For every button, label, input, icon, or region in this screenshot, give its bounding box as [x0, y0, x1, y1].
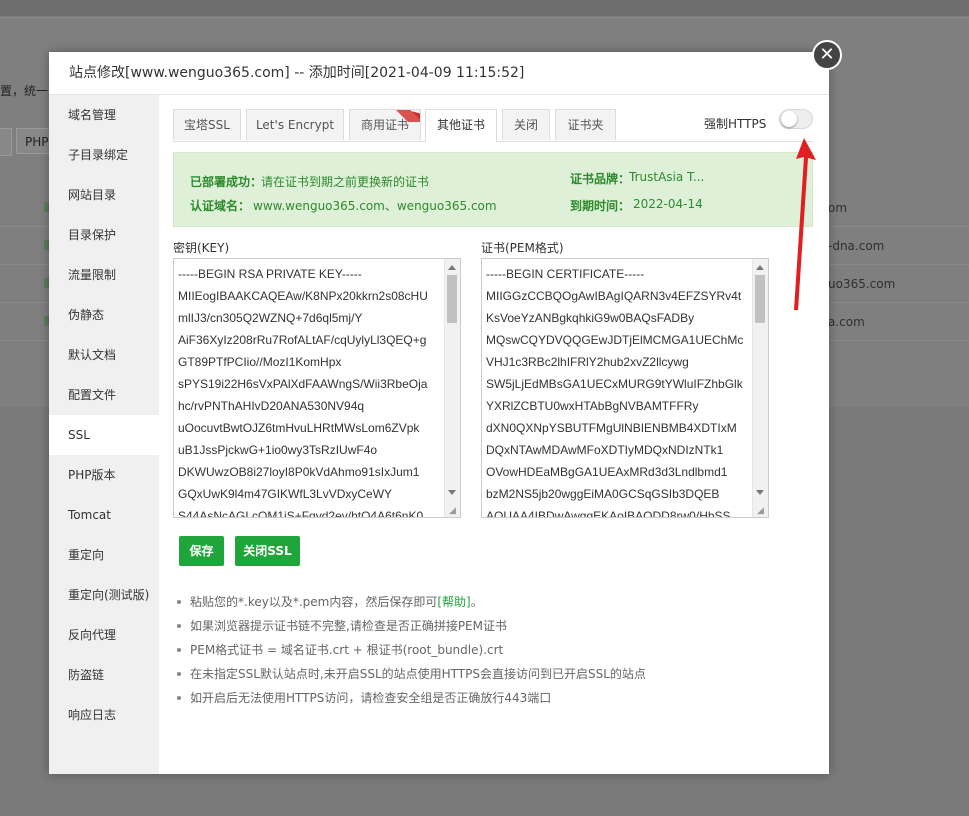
background-notice-text: 置，统一: [0, 84, 49, 98]
key-scrollbar[interactable]: [444, 259, 460, 517]
force-https-label: 强制HTTPS: [704, 117, 767, 131]
scroll-up-icon[interactable]: [448, 265, 456, 270]
sidebar-item-response-log[interactable]: 响应日志: [49, 695, 159, 735]
dialog-title: 站点修改[www.wenguo365.com] -- 添加时间[2021-04-…: [49, 52, 829, 95]
tab-other-cert[interactable]: 其他证书: [425, 109, 497, 142]
background-button: [0, 128, 12, 156]
scroll-down-icon[interactable]: [756, 490, 764, 495]
tips-list: 粘贴您的*.key以及*.pem内容，然后保存即可[帮助]。 如果浏览器提示证书…: [175, 590, 815, 710]
tip-item: 在未指定SSL默认站点时,未开启SSL的站点使用HTTPS会直接访问到已开启SS…: [175, 662, 815, 686]
sidebar-item-php-version[interactable]: PHP版本: [49, 455, 159, 495]
tab-bt-ssl[interactable]: 宝塔SSL: [173, 109, 241, 140]
tab-label: 证书夹: [567, 118, 604, 132]
force-https-toggle[interactable]: [779, 109, 813, 129]
resize-handle-icon[interactable]: ◢: [757, 506, 767, 516]
dialog-sidebar: 域名管理 子目录绑定 网站目录 目录保护 流量限制 伪静态 默认文档 配置文件 …: [49, 95, 159, 774]
sidebar-item-tomcat[interactable]: Tomcat: [49, 495, 159, 535]
sidebar-item-reverse-proxy[interactable]: 反向代理: [49, 615, 159, 655]
sidebar-item-redirect-beta[interactable]: 重定向(测试版): [49, 575, 159, 615]
scroll-thumb[interactable]: [447, 275, 457, 323]
tab-commercial-cert[interactable]: 商用证书: [349, 109, 421, 140]
recommend-badge-icon: [396, 110, 420, 122]
key-label: 密钥(KEY): [173, 241, 230, 255]
background-domain: om: [828, 201, 848, 215]
sidebar-item-rewrite[interactable]: 伪静态: [49, 295, 159, 335]
tip-item: 粘贴您的*.key以及*.pem内容，然后保存即可[帮助]。: [175, 590, 815, 614]
background-php-button: PHP: [16, 128, 52, 154]
scroll-up-icon[interactable]: [756, 265, 764, 270]
ssl-status-box: 已部署成功： 请在证书到期之前更换新的证书 证书品牌： TrustAsia T.…: [173, 152, 813, 227]
deployed-label: 已部署成功：: [190, 175, 263, 189]
close-ssl-button[interactable]: 关闭SSL: [235, 536, 300, 566]
domain-label: 认证域名：: [190, 199, 251, 213]
tab-lets-encrypt[interactable]: Let's Encrypt: [246, 109, 344, 140]
cert-textarea-content: -----BEGIN CERTIFICATE----- MIIGGzCCBQOg…: [486, 267, 744, 518]
background-topbar: [0, 0, 969, 16]
cert-scrollbar[interactable]: [752, 259, 768, 517]
cert-textarea[interactable]: -----BEGIN CERTIFICATE----- MIIGGzCCBQOg…: [481, 258, 769, 518]
tab-label: 其他证书: [436, 118, 485, 132]
tab-close[interactable]: 关闭: [502, 109, 550, 140]
brand-value: TrustAsia T...: [629, 170, 705, 184]
key-textarea-content: -----BEGIN RSA PRIVATE KEY----- MIIEogIB…: [178, 267, 428, 518]
tab-label: Let's Encrypt: [255, 118, 335, 132]
tab-cert-folder[interactable]: 证书夹: [555, 109, 616, 140]
help-link[interactable]: [帮助]: [437, 595, 470, 609]
resize-handle-icon[interactable]: ◢: [449, 506, 459, 516]
save-button[interactable]: 保存: [179, 536, 224, 566]
brand-label: 证书品牌：: [570, 172, 631, 186]
sidebar-item-ssl[interactable]: SSL: [49, 415, 159, 455]
sidebar-item-subdir-binding[interactable]: 子目录绑定: [49, 135, 159, 175]
ssl-content: 宝塔SSL Let's Encrypt 商用证书 其他证书 关闭 证书夹 强制H…: [159, 95, 829, 774]
toggle-knob: [781, 111, 797, 127]
tab-label: 关闭: [513, 118, 538, 132]
sidebar-item-dir-protection[interactable]: 目录保护: [49, 215, 159, 255]
sidebar-item-redirect[interactable]: 重定向: [49, 535, 159, 575]
tip-item: 如果浏览器提示证书链不完整,请检查是否正确拼接PEM证书: [175, 614, 815, 638]
annotation-arrow-icon: [794, 138, 816, 310]
background-domain: -dna.com: [828, 239, 885, 253]
tip-suffix: 。: [470, 595, 483, 609]
tip-item: PEM格式证书 = 域名证书.crt + 根证书(root_bundle).cr…: [175, 638, 815, 662]
scroll-down-icon[interactable]: [448, 490, 456, 495]
background-domain: uo365.com: [828, 277, 896, 291]
deployed-value: 请在证书到期之前更换新的证书: [261, 175, 430, 189]
background-domain: a.com: [828, 315, 865, 329]
sidebar-item-config-file[interactable]: 配置文件: [49, 375, 159, 415]
tip-text: 粘贴您的*.key以及*.pem内容，然后保存即可: [190, 595, 438, 609]
cert-label: 证书(PEM格式): [481, 241, 564, 255]
sidebar-item-default-doc[interactable]: 默认文档: [49, 335, 159, 375]
domain-value: www.wenguo365.com、wenguo365.com: [253, 199, 497, 213]
key-textarea[interactable]: -----BEGIN RSA PRIVATE KEY----- MIIEogIB…: [173, 258, 461, 518]
sidebar-item-hotlink-protection[interactable]: 防盗链: [49, 655, 159, 695]
tip-item: 如开启后无法使用HTTPS访问，请检查安全组是否正确放行443端口: [175, 686, 815, 710]
site-settings-dialog: 站点修改[www.wenguo365.com] -- 添加时间[2021-04-…: [49, 52, 829, 774]
close-icon[interactable]: ✕: [812, 40, 842, 70]
sidebar-item-domain[interactable]: 域名管理: [49, 95, 159, 135]
expire-value: 2022-04-14: [633, 197, 703, 211]
expire-label: 到期时间：: [570, 199, 631, 213]
scroll-thumb[interactable]: [755, 275, 765, 323]
sidebar-item-site-directory[interactable]: 网站目录: [49, 175, 159, 215]
sidebar-item-traffic-limit[interactable]: 流量限制: [49, 255, 159, 295]
tab-label: 宝塔SSL: [184, 118, 230, 132]
